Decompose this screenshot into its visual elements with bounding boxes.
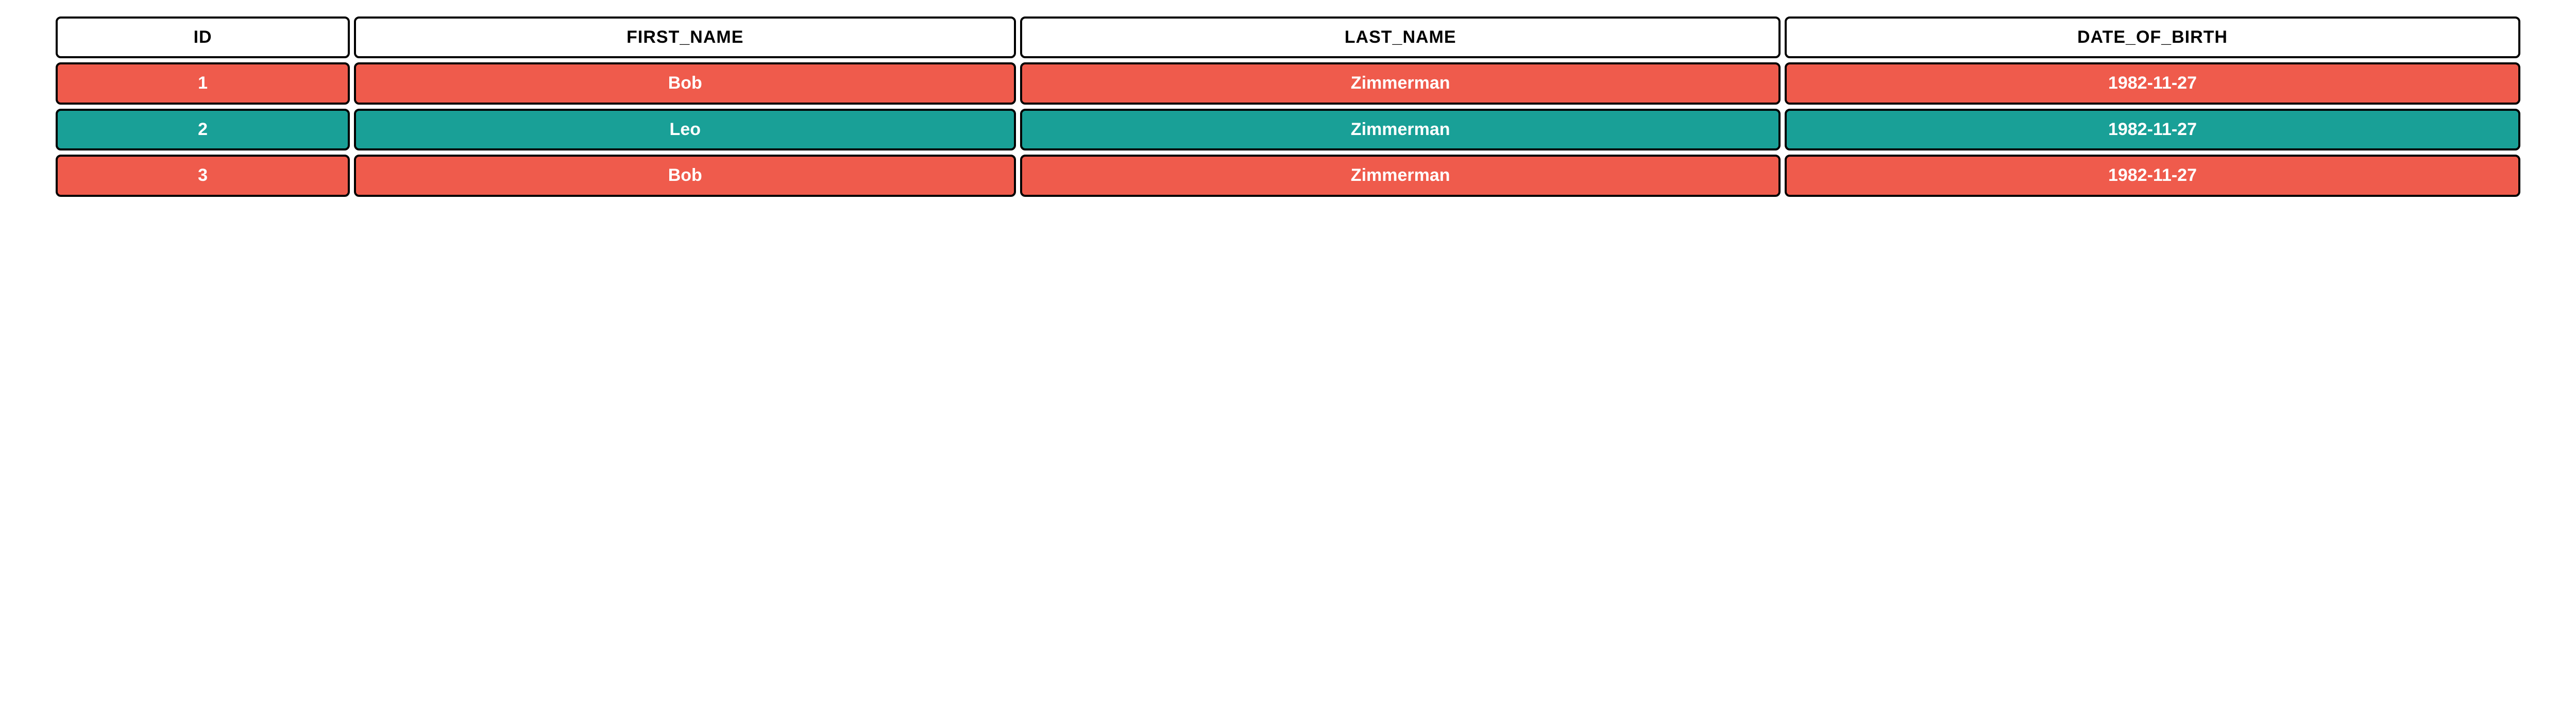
header-first-name: FIRST_NAME bbox=[354, 16, 1016, 58]
cell-id: 3 bbox=[56, 155, 350, 196]
header-last-name: LAST_NAME bbox=[1020, 16, 1781, 58]
cell-date-of-birth: 1982-11-27 bbox=[1785, 109, 2520, 150]
table-row: 2 Leo Zimmerman 1982-11-27 bbox=[56, 109, 2520, 150]
cell-id: 2 bbox=[56, 109, 350, 150]
cell-first-name: Bob bbox=[354, 62, 1016, 104]
table-body: 1 Bob Zimmerman 1982-11-27 2 Leo Zimmerm… bbox=[56, 62, 2520, 196]
cell-last-name: Zimmerman bbox=[1020, 155, 1781, 196]
data-table: ID FIRST_NAME LAST_NAME DATE_OF_BIRTH 1 … bbox=[52, 12, 2524, 201]
cell-date-of-birth: 1982-11-27 bbox=[1785, 155, 2520, 196]
cell-last-name: Zimmerman bbox=[1020, 62, 1781, 104]
cell-date-of-birth: 1982-11-27 bbox=[1785, 62, 2520, 104]
table-header: ID FIRST_NAME LAST_NAME DATE_OF_BIRTH bbox=[56, 16, 2520, 58]
table-row: 3 Bob Zimmerman 1982-11-27 bbox=[56, 155, 2520, 196]
header-date-of-birth: DATE_OF_BIRTH bbox=[1785, 16, 2520, 58]
cell-last-name: Zimmerman bbox=[1020, 109, 1781, 150]
cell-id: 1 bbox=[56, 62, 350, 104]
cell-first-name: Bob bbox=[354, 155, 1016, 196]
table-row: 1 Bob Zimmerman 1982-11-27 bbox=[56, 62, 2520, 104]
header-id: ID bbox=[56, 16, 350, 58]
cell-first-name: Leo bbox=[354, 109, 1016, 150]
